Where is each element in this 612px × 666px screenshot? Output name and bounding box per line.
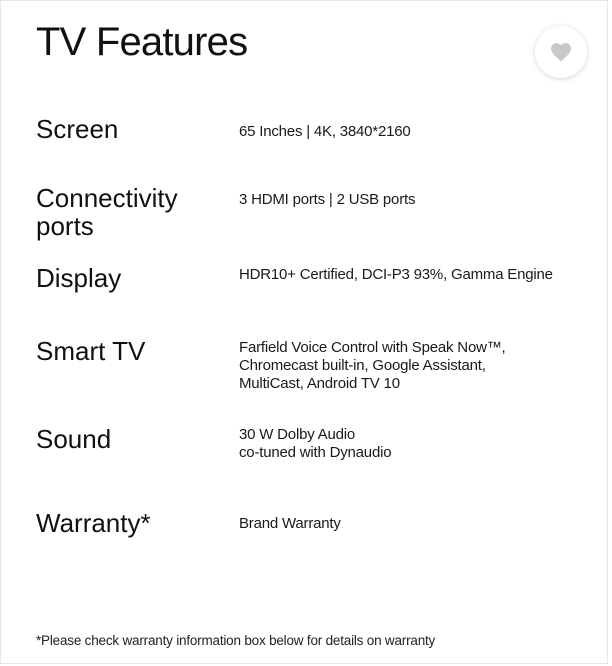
favorite-button[interactable]	[535, 26, 587, 78]
features-card: TV Features Screen 65 Inches | 4K, 3840*…	[0, 0, 608, 664]
feature-value-line: Chromecast built-in, Google Assistant,	[239, 357, 486, 374]
feature-value-line: co-tuned with Dynaudio	[239, 444, 392, 461]
feature-value-line: Farfield Voice Control with Speak Now™,	[239, 339, 506, 356]
feature-label: Smart TV	[36, 336, 146, 366]
feature-label: Screen	[36, 114, 119, 144]
feature-value: Farfield Voice Control with Speak Now™, …	[239, 339, 579, 393]
feature-value-line: MultiCast, Android TV 10	[239, 375, 400, 392]
feature-value-line: 30 W Dolby Audio	[239, 426, 356, 443]
feature-value-line: Brand Warranty	[239, 515, 341, 532]
page-title: TV Features	[36, 20, 248, 64]
feature-value: 3 HDMI ports | 2 USB ports	[239, 191, 579, 209]
feature-value: 65 Inches | 4K, 3840*2160	[239, 123, 579, 141]
feature-value: Brand Warranty	[239, 515, 579, 533]
heart-icon	[551, 43, 571, 62]
feature-label: Sound	[36, 424, 112, 454]
feature-value: HDR10+ Certified, DCI-P3 93%, Gamma Engi…	[239, 266, 579, 284]
feature-label-line: ports	[36, 211, 94, 241]
feature-label: Display	[36, 263, 122, 293]
feature-value-line: 3 HDMI ports | 2 USB ports	[239, 191, 416, 208]
feature-value-line: 65 Inches | 4K, 3840*2160	[239, 123, 411, 140]
feature-value: 30 W Dolby Audio co-tuned with Dynaudio	[239, 426, 579, 462]
warranty-footnote: *Please check warranty information box b…	[36, 633, 436, 648]
feature-label: Warranty*	[36, 508, 151, 538]
feature-label: Connectivity ports	[36, 184, 226, 240]
feature-label-line: Connectivity	[36, 183, 178, 213]
feature-value-line: HDR10+ Certified, DCI-P3 93%, Gamma Engi…	[239, 266, 553, 283]
